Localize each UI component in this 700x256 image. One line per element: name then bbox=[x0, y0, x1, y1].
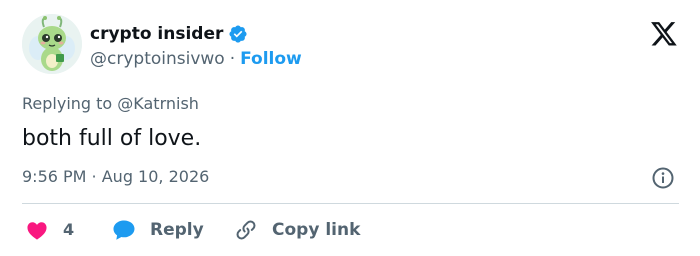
author-name-row: crypto insider bbox=[90, 22, 248, 46]
tweet-timestamp[interactable]: 9:56 PM · Aug 10, 2026 bbox=[22, 166, 209, 188]
avatar-image bbox=[22, 14, 82, 74]
info-icon[interactable] bbox=[651, 166, 675, 190]
action-bar: 4 Reply Copy link bbox=[26, 216, 360, 244]
author-display-name[interactable]: crypto insider bbox=[90, 22, 223, 46]
replying-to-text[interactable]: Replying to @Katrnish bbox=[22, 93, 199, 115]
avatar[interactable] bbox=[22, 14, 82, 74]
like-button[interactable]: 4 bbox=[26, 219, 112, 241]
copy-link-label: Copy link bbox=[272, 220, 361, 240]
reply-button[interactable]: Reply bbox=[112, 219, 234, 241]
reply-label: Reply bbox=[150, 220, 204, 240]
verified-badge-icon bbox=[228, 24, 248, 44]
follow-button[interactable]: Follow bbox=[240, 47, 302, 71]
tweet-text: both full of love. bbox=[22, 126, 202, 151]
heart-icon bbox=[27, 222, 47, 240]
copy-link-button[interactable]: Copy link bbox=[234, 218, 360, 242]
divider bbox=[22, 203, 679, 204]
separator-dot: · bbox=[229, 49, 236, 69]
x-logo-icon[interactable] bbox=[650, 22, 678, 48]
like-count: 4 bbox=[63, 220, 75, 239]
author-handle[interactable]: @cryptoinsivwo bbox=[90, 47, 225, 71]
reply-bubble-icon bbox=[113, 220, 135, 240]
link-icon bbox=[236, 220, 256, 240]
author-handle-row: @cryptoinsivwo · Follow bbox=[90, 47, 302, 71]
